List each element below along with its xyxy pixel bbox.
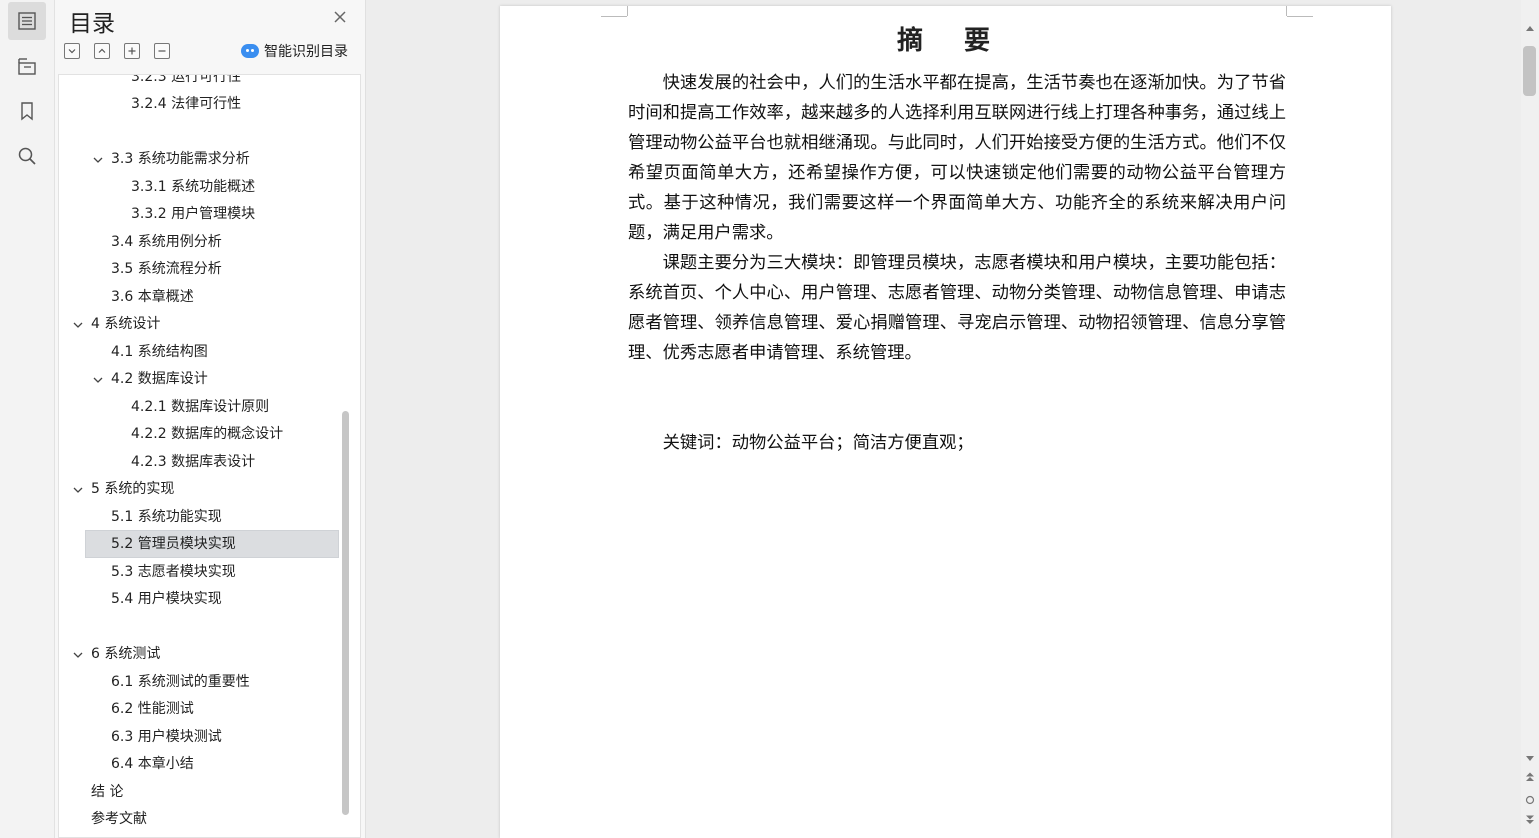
toc-item[interactable]: 6.3 用户模块测试	[59, 724, 338, 750]
chevron-down-icon[interactable]	[72, 319, 84, 331]
minus-icon	[158, 50, 166, 52]
toc-list: 3.2.3 运行可行性 3.2.4 法律可行性 3.3 系统功能需求分析 3.3…	[58, 74, 361, 838]
ai-assistant-icon	[241, 44, 259, 58]
chevron-up-icon	[98, 48, 106, 53]
chevron-down-icon[interactable]	[72, 484, 84, 496]
chevron-down-icon	[68, 49, 76, 54]
next-page-icon[interactable]	[1525, 815, 1535, 825]
close-icon[interactable]	[331, 8, 349, 26]
toc-item[interactable]: 4.2 数据库设计	[59, 366, 338, 392]
toc-item[interactable]: 6.1 系统测试的重要性	[59, 669, 338, 695]
search-icon[interactable]	[8, 137, 46, 175]
previous-page-icon[interactable]	[1525, 772, 1535, 782]
document-title: 摘 要	[896, 26, 1007, 56]
toc-toolbar	[64, 43, 170, 59]
toc-item[interactable]: 4.1 系统结构图	[59, 339, 338, 365]
toc-item[interactable]: 参考文献	[59, 806, 338, 832]
toc-item[interactable]: 5 系统的实现	[59, 476, 338, 502]
toc-item[interactable]: 3.2.3 运行可行性	[59, 75, 338, 90]
toc-item[interactable]: 6.2 性能测试	[59, 696, 338, 722]
abstract-paragraph: 课题主要分为三大模块：即管理员模块，志愿者模块和用户模块，主要功能包括：系统首页…	[628, 253, 1286, 363]
scroll-up-arrow-icon[interactable]	[1525, 24, 1535, 34]
document-scrollbar-thumb[interactable]	[1523, 46, 1536, 96]
toc-item[interactable]: 5.4 用户模块实现	[59, 586, 338, 612]
left-icon-rail	[0, 0, 55, 838]
expand-all-button[interactable]	[64, 43, 80, 59]
toc-item[interactable]: 结 论	[59, 779, 338, 805]
smart-recognize-toc-button[interactable]: 智能识别目录	[241, 41, 348, 61]
toc-item[interactable]: 3.5 系统流程分析	[59, 256, 338, 282]
toc-item[interactable]: 3.3.2 用户管理模块	[59, 201, 338, 227]
chevron-down-icon[interactable]	[92, 154, 104, 166]
toc-item[interactable]: 3.6 本章概述	[59, 284, 338, 310]
margin-marker	[1286, 6, 1313, 17]
abstract-paragraph: 快速发展的社会中，人们的生活水平都在提高，生活节奏也在逐渐加快。为了节省时间和提…	[628, 73, 1286, 243]
smart-recognize-label: 智能识别目录	[264, 44, 348, 60]
toc-item[interactable]: 3.4 系统用例分析	[59, 229, 338, 255]
collapse-all-button[interactable]	[94, 43, 110, 59]
navigation-pane-icon[interactable]	[8, 47, 46, 85]
plus-icon	[128, 47, 136, 55]
add-heading-button[interactable]	[124, 43, 140, 59]
toc-item[interactable]: 4.2.3 数据库表设计	[59, 449, 338, 475]
toc-item[interactable]: 5.3 志愿者模块实现	[59, 559, 338, 585]
toc-scrollbar-thumb[interactable]	[342, 411, 349, 815]
scroll-down-arrow-icon[interactable]	[1525, 753, 1535, 763]
toc-item[interactable]: 3.3.1 系统功能概述	[59, 174, 338, 200]
keywords-line: 关键词：动物公益平台；简洁方便直观；	[662, 433, 974, 453]
toc-panel: 目录 智能识别目录 3.2.3 运行可行性 3.2.4 法律可行性 3.3 系统…	[55, 0, 366, 838]
toc-title: 目录	[69, 11, 115, 37]
margin-marker	[601, 6, 628, 17]
chevron-down-icon[interactable]	[92, 374, 104, 386]
toc-item[interactable]: 4.2.2 数据库的概念设计	[59, 421, 338, 447]
toc-item[interactable]: 4.2.1 数据库设计原则	[59, 394, 338, 420]
document-scrollbar[interactable]	[1521, 0, 1539, 838]
toc-item[interactable]: 5.1 系统功能实现	[59, 504, 338, 530]
document-area: 摘 要 快速发展的社会中，人们的生活水平都在提高，生活节奏也在逐渐加快。为了节省…	[366, 0, 1521, 838]
document-page[interactable]: 摘 要 快速发展的社会中，人们的生活水平都在提高，生活节奏也在逐渐加快。为了节省…	[500, 6, 1391, 838]
chevron-down-icon[interactable]	[72, 649, 84, 661]
toc-icon[interactable]	[8, 2, 46, 40]
toc-item[interactable]: 3.3 系统功能需求分析	[59, 146, 338, 172]
select-browse-object-icon[interactable]	[1525, 795, 1535, 805]
toc-item[interactable]: 4 系统设计	[59, 311, 338, 337]
toc-item[interactable]: 6.4 本章小结	[59, 751, 338, 777]
toc-item-selected[interactable]: 5.2 管理员模块实现	[85, 530, 339, 558]
document-body: 快速发展的社会中，人们的生活水平都在提高，生活节奏也在逐渐加快。为了节省时间和提…	[628, 68, 1286, 368]
toc-item[interactable]: 6 系统测试	[59, 641, 338, 667]
bookmark-icon[interactable]	[8, 92, 46, 130]
remove-heading-button[interactable]	[154, 43, 170, 59]
toc-item[interactable]: 3.2.4 法律可行性	[59, 91, 338, 117]
